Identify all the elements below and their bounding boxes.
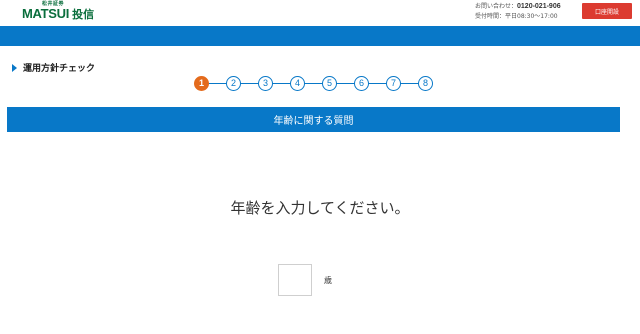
global-nav-bar [0, 26, 640, 46]
logo-suffix: 投信 [72, 8, 95, 21]
section-heading: 運用方針チェック [12, 61, 95, 74]
step-6: 6 [354, 76, 369, 91]
contact-hours: 受付時間：平日08:30～17:00 [475, 13, 558, 20]
site-header: 松井証券 MATSUI 投信 お問い合わせ：0120-021-906 受付時間：… [0, 0, 640, 26]
question-header: 年齢に関する質問 [7, 107, 620, 132]
contact-label: お問い合わせ： [475, 3, 518, 10]
open-account-button[interactable]: 口座開設 [582, 3, 632, 19]
triangle-right-icon [12, 63, 17, 72]
question-prompt: 年齢を入力してください。 [230, 199, 410, 217]
step-progress: 1 2 3 4 5 6 7 8 [194, 76, 434, 92]
logo-brand: MATSUI [22, 6, 70, 21]
section-title: 運用方針チェック [23, 64, 96, 74]
age-unit-label: 歳 [324, 276, 332, 285]
step-3: 3 [258, 76, 273, 91]
step-5: 5 [322, 76, 337, 91]
age-input[interactable] [278, 264, 312, 296]
step-1: 1 [194, 76, 209, 91]
step-4: 4 [290, 76, 305, 91]
step-8: 8 [418, 76, 433, 91]
step-2: 2 [226, 76, 241, 91]
contact-phone: 0120-021-906 [517, 3, 561, 10]
matsui-logo[interactable]: 松井証券 MATSUI 投信 [22, 1, 94, 22]
contact-info: お問い合わせ：0120-021-906 受付時間：平日08:30～17:00 [475, 2, 561, 22]
step-7: 7 [386, 76, 401, 91]
